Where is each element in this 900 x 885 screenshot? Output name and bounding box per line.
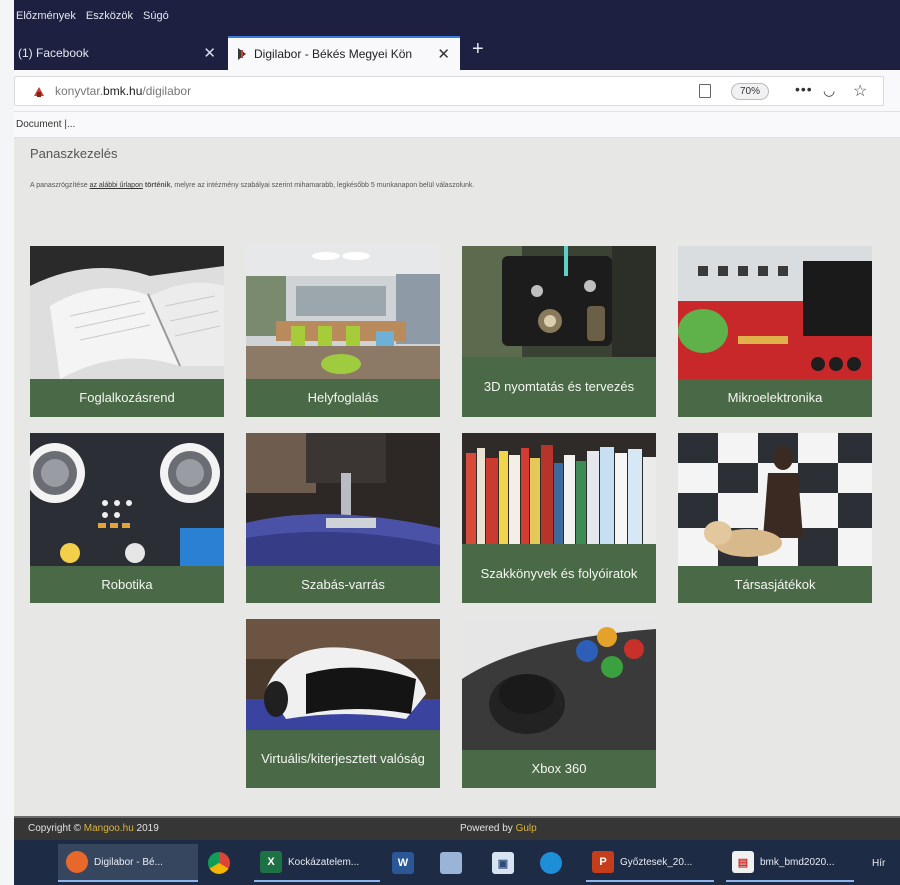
robot-image — [30, 433, 224, 566]
powerpoint-icon: P — [592, 851, 614, 873]
library-room-image — [246, 246, 440, 379]
tab-bar: (1) Facebook ✕ Digilabor - Békés Megyei … — [14, 32, 900, 70]
bookmarks-bar: Document |... — [14, 112, 900, 138]
tab-title: Digilabor - Békés Megyei Kön — [254, 47, 413, 61]
taskbar-item-word[interactable]: W — [392, 844, 422, 882]
taskbar-item-pdf[interactable]: ▤ bmk_bmd2020... — [726, 844, 854, 882]
card-3d-nyomtatas[interactable]: 3D nyomtatás és tervezés — [462, 246, 656, 417]
powered-by-link[interactable]: Gulp — [516, 823, 537, 834]
card-label: Xbox 360 — [531, 761, 587, 776]
xbox-controller-image — [462, 619, 656, 750]
chess-pieces-image — [678, 433, 872, 566]
menu-help[interactable]: Súgó — [143, 10, 169, 22]
tab-facebook[interactable]: (1) Facebook ✕ — [14, 36, 226, 70]
card-robotika[interactable]: Robotika — [30, 433, 224, 603]
card-virtualis-valosag[interactable]: Virtuális/kiterjesztett valóság — [246, 619, 440, 788]
form-link[interactable]: az alábbi űrlapon — [90, 182, 143, 189]
pocket-icon[interactable]: ◡ — [823, 82, 835, 99]
card-label: Szakkönyvek és folyóiratok — [480, 565, 638, 581]
taskbar-label: Kockázatelem... — [288, 856, 360, 868]
bookshelf-image — [462, 433, 656, 544]
circuit-board-image — [678, 246, 872, 379]
card-xbox-360[interactable]: Xbox 360 — [462, 619, 656, 788]
notepad-icon — [440, 852, 462, 874]
bookmark-item[interactable]: Document |... — [16, 119, 75, 130]
reader-view-icon[interactable] — [699, 84, 711, 98]
taskbar-item-excel[interactable]: X Kockázatelem... — [254, 844, 380, 882]
taskbar-item-edge[interactable] — [540, 844, 570, 882]
page-heading: Panaszkezelés — [30, 146, 118, 161]
edge-icon — [540, 852, 562, 874]
tab-digilabor[interactable]: Digilabor - Békés Megyei Kön ✕ — [228, 36, 460, 70]
excel-icon: X — [260, 851, 282, 873]
taskbar-label: bmk_bmd2020... — [760, 856, 835, 868]
chrome-icon — [208, 852, 230, 874]
card-tarsasjatekok[interactable]: Társasjátékok — [678, 433, 872, 603]
open-notebook-image — [30, 246, 224, 379]
vr-headset-image — [246, 619, 440, 730]
tab-title: (1) Facebook — [18, 46, 89, 60]
left-edge — [0, 0, 14, 885]
menu-history[interactable]: Előzmények — [16, 10, 76, 22]
taskbar-label: Győztesek_20... — [620, 856, 693, 868]
sewing-machine-image — [246, 433, 440, 566]
menu-bar: Előzmények Eszközök Súgó — [14, 0, 900, 32]
screenshot: Előzmények Eszközök Súgó (1) Facebook ✕ … — [0, 0, 900, 885]
bookmark-star-icon[interactable]: ☆ — [853, 81, 867, 101]
firefox-icon — [66, 851, 88, 873]
card-label: Szabás-varrás — [301, 576, 385, 592]
card-label: Mikroelektronika — [727, 390, 823, 405]
url-text: konyvtar.bmk.hu/digilabor — [55, 84, 192, 98]
word-icon: W — [392, 852, 414, 874]
intro-text: A panaszrögzítése az alábbi űrlapon tört… — [30, 182, 475, 189]
taskbar-item-news[interactable]: Hír — [872, 844, 900, 882]
card-szabas-varras[interactable]: Szabás-varrás — [246, 433, 440, 603]
copyright-text: Copyright © Mangoo.hu 2019 — [28, 823, 159, 834]
taskbar-item-firefox[interactable]: Digilabor - Bé... — [58, 844, 198, 882]
taskbar-label: Digilabor - Bé... — [94, 856, 163, 868]
card-label: Robotika — [101, 576, 153, 592]
page-content: Panaszkezelés A panaszrögzítése az alább… — [14, 138, 900, 818]
card-label: 3D nyomtatás és tervezés — [483, 379, 635, 394]
taskbar-item-save[interactable]: ▣ — [492, 844, 522, 882]
card-helyfoglalas[interactable]: Helyfoglalás — [246, 246, 440, 417]
url-field[interactable]: konyvtar.bmk.hu/digilabor 70% ••• ◡ ☆ — [14, 76, 884, 106]
site-info-icon[interactable] — [33, 86, 45, 98]
menu-tools[interactable]: Eszközök — [86, 10, 133, 22]
card-label: Helyfoglalás — [307, 390, 379, 405]
close-icon[interactable]: ✕ — [437, 45, 450, 63]
pdf-icon: ▤ — [732, 851, 754, 873]
powered-by-text: Powered by Gulp — [460, 823, 537, 834]
close-icon[interactable]: ✕ — [203, 44, 216, 62]
3d-printer-image — [462, 246, 656, 357]
taskbar-label: Hír — [872, 857, 886, 869]
copyright-link[interactable]: Mangoo.hu — [84, 823, 134, 834]
navigation-bar: konyvtar.bmk.hu/digilabor 70% ••• ◡ ☆ — [14, 70, 900, 112]
new-tab-button[interactable]: + — [472, 38, 484, 61]
more-actions-icon[interactable]: ••• — [795, 81, 813, 97]
card-label: Virtuális/kiterjesztett valóság — [261, 751, 425, 766]
taskbar: Digilabor - Bé... X Kockázatelem... W ▣ … — [14, 840, 900, 885]
card-mikroelektronika[interactable]: Mikroelektronika — [678, 246, 872, 417]
card-szakkonyvek[interactable]: Szakkönyvek és folyóiratok — [462, 433, 656, 603]
taskbar-item-powerpoint[interactable]: P Győztesek_20... — [586, 844, 714, 882]
zoom-level[interactable]: 70% — [731, 83, 770, 100]
save-icon: ▣ — [492, 852, 514, 874]
card-label: Foglalkozásrend — [79, 390, 175, 405]
favicon-icon — [238, 48, 246, 60]
page-footer: Copyright © Mangoo.hu 2019 Powered by Gu… — [14, 818, 900, 840]
card-foglalkozasrend[interactable]: Foglalkozásrend — [30, 246, 224, 417]
taskbar-item-notepad[interactable] — [440, 844, 470, 882]
taskbar-item-chrome[interactable] — [208, 844, 238, 882]
card-label: Társasjátékok — [734, 576, 816, 592]
